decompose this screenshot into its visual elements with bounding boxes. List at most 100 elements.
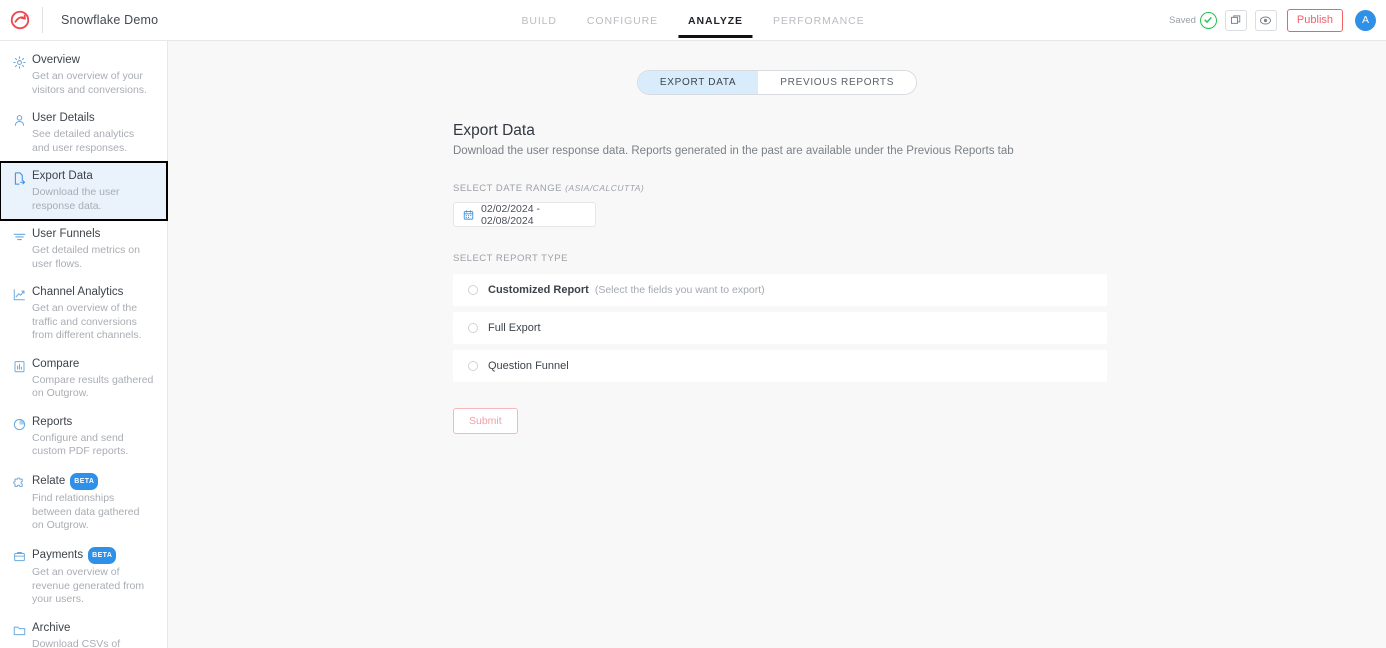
option-label: Customized Report xyxy=(488,284,589,296)
sidebar-item-label: User Funnels xyxy=(32,227,154,242)
tab-previous-reports[interactable]: PREVIOUS REPORTS xyxy=(758,71,917,94)
sidebar-title-text: Reports xyxy=(32,415,73,428)
check-circle-icon xyxy=(1199,11,1217,29)
puzzle-icon xyxy=(8,473,30,533)
report-type-options: Customized Report (Select the fields you… xyxy=(453,274,1386,382)
option-full-export[interactable]: Full Export xyxy=(453,312,1107,344)
sidebar-title-text: Relate xyxy=(32,474,66,487)
beta-badge: BETA xyxy=(88,546,117,564)
page-title: Export Data xyxy=(453,122,535,139)
funnel-icon xyxy=(8,227,30,271)
sidebar-item-desc: Get an overview of your visitors and con… xyxy=(32,70,147,96)
tab-export-data[interactable]: EXPORT DATA xyxy=(637,71,759,94)
sidebar-title-text: Archive xyxy=(32,621,71,634)
sidebar-item-desc: Download the user response data. xyxy=(32,186,120,212)
logo-divider xyxy=(42,7,43,33)
sidebar-item-desc: Find relationships between data gathered… xyxy=(32,492,140,531)
sidebar-item-label: Relate BETA xyxy=(32,472,154,490)
sidebar: Overview Get an overview of your visitor… xyxy=(0,41,168,648)
sidebar-item-desc: Download CSVs of archived data. xyxy=(32,637,121,648)
sidebar-item-desc: Get an overview of revenue generated fro… xyxy=(32,566,145,605)
sidebar-item-label: Channel Analytics xyxy=(32,285,154,300)
copy-icon xyxy=(1230,15,1241,24)
sidebar-item-archive[interactable]: Archive Download CSVs of archived data. xyxy=(0,614,167,648)
option-question-funnel[interactable]: Question Funnel xyxy=(453,350,1107,382)
sidebar-item-overview[interactable]: Overview Get an overview of your visitor… xyxy=(0,46,167,104)
app-logo[interactable] xyxy=(0,9,40,31)
duplicate-button[interactable] xyxy=(1224,9,1247,31)
file-export-icon xyxy=(8,169,30,213)
date-range-input[interactable]: 02/02/2024 - 02/08/2024 xyxy=(453,202,596,227)
sidebar-title-text: Channel Analytics xyxy=(32,286,124,298)
date-range-label: SELECT DATE RANGE (ASIA/CALCUTTA) xyxy=(453,183,1386,194)
top-bar-actions: Saved Publish A xyxy=(1169,0,1376,40)
sidebar-item-label: Archive xyxy=(32,621,154,636)
nav-tab-configure[interactable]: CONFIGURE xyxy=(587,3,658,38)
avatar[interactable]: A xyxy=(1355,9,1376,31)
sidebar-item-label: User Details xyxy=(32,111,154,126)
sidebar-item-compare[interactable]: Compare Compare results gathered on Outg… xyxy=(0,350,167,408)
eye-icon xyxy=(1260,16,1272,24)
export-data-panel: Export Data Download the user response d… xyxy=(168,122,1386,434)
sidebar-item-desc: Configure and send custom PDF reports. xyxy=(32,431,129,458)
beta-badge: BETA xyxy=(70,472,99,490)
sidebar-title-text: Compare xyxy=(32,357,80,370)
folder-icon xyxy=(8,621,30,648)
nav-tab-analyze[interactable]: ANALYZE xyxy=(678,3,753,38)
date-range-label-text: SELECT DATE RANGE xyxy=(453,183,562,194)
preview-button[interactable] xyxy=(1254,9,1277,31)
sidebar-item-payments[interactable]: Payments BETA Get an overview of revenue… xyxy=(0,540,167,614)
option-hint: (Select the fields you want to export) xyxy=(594,284,765,296)
sidebar-item-label: Overview xyxy=(32,53,154,68)
radio-full-export[interactable] xyxy=(468,323,478,333)
nav-tab-build[interactable]: BUILD xyxy=(521,3,556,38)
sidebar-item-user-funnels[interactable]: User Funnels Get detailed metrics on use… xyxy=(0,220,167,278)
bar-chart-icon xyxy=(8,357,30,401)
saved-status: Saved xyxy=(1168,11,1217,29)
radio-customized-report[interactable] xyxy=(468,285,478,295)
top-bar: Snowflake Demo BUILD CONFIGURE ANALYZE P… xyxy=(0,0,1386,41)
option-label: Question Funnel xyxy=(488,360,569,372)
sidebar-item-desc: See detailed analytics and user response… xyxy=(32,128,135,154)
view-toggle: EXPORT DATA PREVIOUS REPORTS xyxy=(636,70,918,95)
sidebar-title-text: Payments xyxy=(32,548,84,561)
briefcase-icon xyxy=(8,547,30,607)
calendar-icon xyxy=(463,209,474,220)
line-chart-icon xyxy=(8,285,30,343)
sidebar-title-text: Overview xyxy=(32,54,80,66)
gear-icon xyxy=(8,53,30,97)
main-nav: BUILD CONFIGURE ANALYZE PERFORMANCE xyxy=(521,0,864,40)
sidebar-item-export-data[interactable]: Export Data Download the user response d… xyxy=(0,161,168,221)
pie-chart-icon xyxy=(8,415,30,459)
sidebar-item-channel-analytics[interactable]: Channel Analytics Get an overview of the… xyxy=(0,278,167,350)
option-customized-report[interactable]: Customized Report (Select the fields you… xyxy=(453,274,1107,306)
sidebar-title-text: User Details xyxy=(32,112,95,124)
report-type-label: SELECT REPORT TYPE xyxy=(453,253,568,264)
sidebar-item-label: Payments BETA xyxy=(32,546,154,564)
app-title: Snowflake Demo xyxy=(61,13,159,27)
submit-button[interactable]: Submit xyxy=(453,408,518,434)
outgrow-logo-icon xyxy=(10,10,30,30)
nav-tab-performance[interactable]: PERFORMANCE xyxy=(773,3,865,38)
sidebar-item-label: Compare xyxy=(32,357,154,372)
sidebar-title-text: User Funnels xyxy=(32,228,101,240)
sidebar-title-text: Export Data xyxy=(32,170,93,182)
radio-question-funnel[interactable] xyxy=(468,361,478,371)
sidebar-item-desc: Compare results gathered on Outgrow. xyxy=(32,373,154,400)
sidebar-item-label: Reports xyxy=(32,415,154,430)
sidebar-item-relate[interactable]: Relate BETA Find relationships between d… xyxy=(0,466,167,540)
main-content: EXPORT DATA PREVIOUS REPORTS Export Data… xyxy=(168,41,1386,648)
sidebar-item-desc: Get an overview of the traffic and conve… xyxy=(32,302,142,341)
user-icon xyxy=(8,111,30,155)
sidebar-item-label: Export Data xyxy=(32,169,154,184)
sidebar-item-user-details[interactable]: User Details See detailed analytics and … xyxy=(0,104,167,162)
page-body: Overview Get an overview of your visitor… xyxy=(0,41,1386,648)
date-range-value: 02/02/2024 - 02/08/2024 xyxy=(481,202,540,227)
sidebar-item-reports[interactable]: Reports Configure and send custom PDF re… xyxy=(0,408,167,466)
page-subtitle: Download the user response data. Reports… xyxy=(453,145,1014,157)
saved-label: Saved xyxy=(1168,14,1196,26)
timezone-label: (ASIA/CALCUTTA) xyxy=(565,183,645,193)
view-toggle-wrap: EXPORT DATA PREVIOUS REPORTS xyxy=(168,41,1386,95)
publish-button[interactable]: Publish xyxy=(1286,8,1343,32)
option-label: Full Export xyxy=(488,322,541,334)
